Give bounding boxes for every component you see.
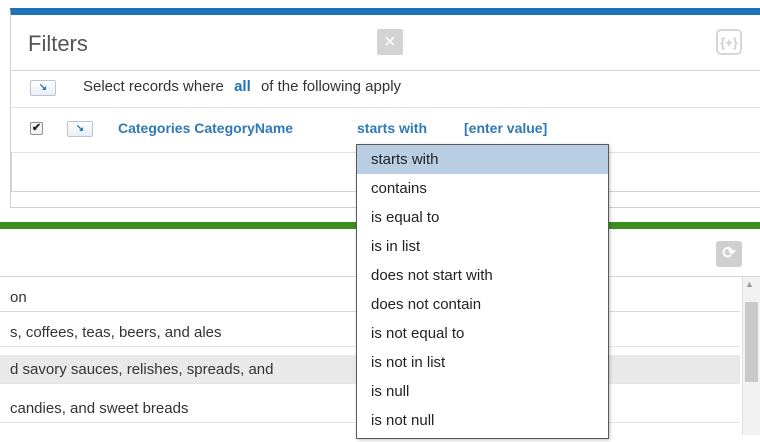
condition-value-link[interactable]: [enter value] — [464, 120, 547, 136]
operator-option[interactable]: does not start with — [357, 261, 608, 290]
expand-icon: {+} — [720, 35, 738, 50]
condition-enabled-checkbox[interactable]: ✔ — [30, 122, 43, 135]
operator-dropdown-list: starts with contains is equal to is in l… — [356, 144, 609, 439]
divider — [11, 107, 760, 108]
operator-option[interactable]: is not null — [357, 406, 608, 435]
operator-option[interactable]: contains — [357, 174, 608, 203]
add-filter-button[interactable]: {+} — [716, 29, 742, 55]
operator-option[interactable]: starts with — [357, 145, 608, 174]
condition-options-button[interactable]: ↘ — [67, 121, 93, 137]
check-icon: ✔ — [31, 122, 42, 134]
select-records-prefix: Select records where — [83, 78, 224, 95]
arrow-icon: ↘ — [75, 123, 85, 134]
operator-option[interactable]: is not in list — [357, 348, 608, 377]
condition-operator-link[interactable]: starts with — [357, 120, 427, 136]
operator-option[interactable]: does not contain — [357, 290, 608, 319]
operator-option[interactable]: is not equal to — [357, 319, 608, 348]
match-quantifier-link[interactable]: all — [234, 78, 251, 95]
clear-filters-button[interactable]: × — [377, 29, 403, 55]
select-records-suffix: of the following apply — [260, 78, 402, 95]
operator-option[interactable]: is equal to — [357, 203, 608, 232]
filters-title: Filters — [28, 31, 88, 56]
refresh-button[interactable]: ⟳ — [716, 241, 742, 267]
select-records-row: Select records where all of the followin… — [83, 78, 401, 95]
refresh-icon: ⟳ — [722, 245, 736, 262]
condition-field-link[interactable]: Categories CategoryName — [118, 120, 293, 136]
arrow-icon: ↘ — [38, 82, 48, 93]
scrollbar-thumb[interactable] — [745, 302, 758, 382]
scroll-up-icon[interactable]: ▲ — [745, 279, 754, 289]
group-options-button[interactable]: ↘ — [30, 80, 56, 96]
operator-option[interactable]: is null — [357, 377, 608, 406]
operator-option[interactable]: is in list — [357, 232, 608, 261]
close-icon: × — [384, 31, 396, 53]
